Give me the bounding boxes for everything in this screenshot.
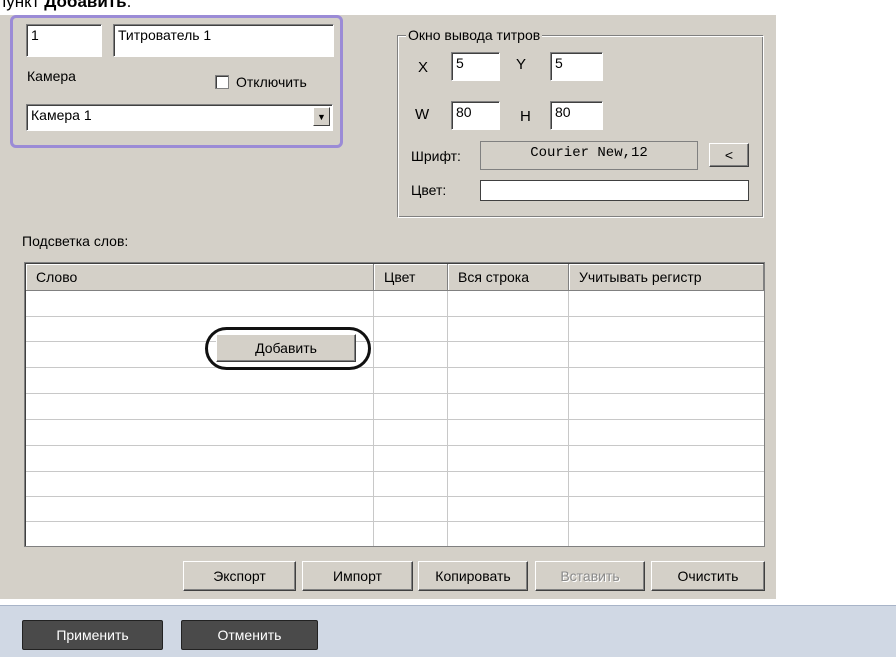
font-select-button[interactable]: < xyxy=(709,143,749,167)
row-divider xyxy=(26,393,764,394)
caption-suffix: . xyxy=(126,0,132,11)
id-field[interactable]: 1 xyxy=(26,24,102,57)
row-divider xyxy=(26,367,764,368)
x-field[interactable]: 5 xyxy=(451,52,500,81)
export-button[interactable]: Экспорт xyxy=(183,561,296,591)
disable-checkbox[interactable] xyxy=(215,75,229,89)
highlight-table: Слово Цвет Вся строка Учитывать регистр xyxy=(24,262,765,547)
clear-button[interactable]: Очистить xyxy=(651,561,765,591)
chevron-down-icon[interactable]: ▼ xyxy=(313,107,330,126)
camera-select-value: Камера 1 xyxy=(31,107,92,123)
row-divider xyxy=(26,521,764,522)
copy-button[interactable]: Копировать xyxy=(418,561,528,591)
highlight-section-label: Подсветка слов: xyxy=(22,233,129,249)
column-header-color[interactable]: Цвет xyxy=(374,264,448,291)
camera-select[interactable]: Камера 1 xyxy=(26,104,333,131)
cancel-button[interactable]: Отменить xyxy=(181,620,318,650)
x-label: X xyxy=(418,59,429,76)
font-label: Шрифт: xyxy=(411,148,461,164)
row-divider xyxy=(26,496,764,497)
h-label: H xyxy=(520,108,531,125)
column-header-whole-line[interactable]: Вся строка xyxy=(448,264,569,291)
y-label: Y xyxy=(516,56,527,73)
title-window-group-title: Окно вывода титров xyxy=(406,27,543,43)
font-display: Courier New,12 xyxy=(480,141,698,170)
import-button[interactable]: Импорт xyxy=(302,561,413,591)
page-background xyxy=(776,15,896,605)
apply-button[interactable]: Применить xyxy=(22,620,163,650)
column-header-match-case[interactable]: Учитывать регистр xyxy=(569,264,764,291)
paste-button[interactable]: Вставить xyxy=(535,561,645,591)
row-divider xyxy=(26,471,764,472)
row-divider xyxy=(26,316,764,317)
w-label: W xyxy=(415,106,430,123)
row-divider xyxy=(26,419,764,420)
color-label: Цвет: xyxy=(411,182,447,198)
color-swatch[interactable] xyxy=(480,180,749,201)
name-field[interactable]: Титрователь 1 xyxy=(113,24,334,57)
add-button-callout xyxy=(205,327,371,370)
table-header: Слово Цвет Вся строка Учитывать регистр xyxy=(26,264,764,291)
disable-label: Отключить xyxy=(236,74,307,90)
caption-prefix: пункт xyxy=(0,0,45,11)
camera-label: Камера xyxy=(27,68,76,84)
row-divider xyxy=(26,341,764,342)
caption-bold: Добавить xyxy=(44,0,127,11)
h-field[interactable]: 80 xyxy=(550,101,603,130)
column-header-word[interactable]: Слово xyxy=(26,264,374,291)
instruction-caption: пункт Добавить. xyxy=(0,0,131,12)
row-divider xyxy=(26,445,764,446)
y-field[interactable]: 5 xyxy=(550,52,603,81)
w-field[interactable]: 80 xyxy=(451,101,500,130)
